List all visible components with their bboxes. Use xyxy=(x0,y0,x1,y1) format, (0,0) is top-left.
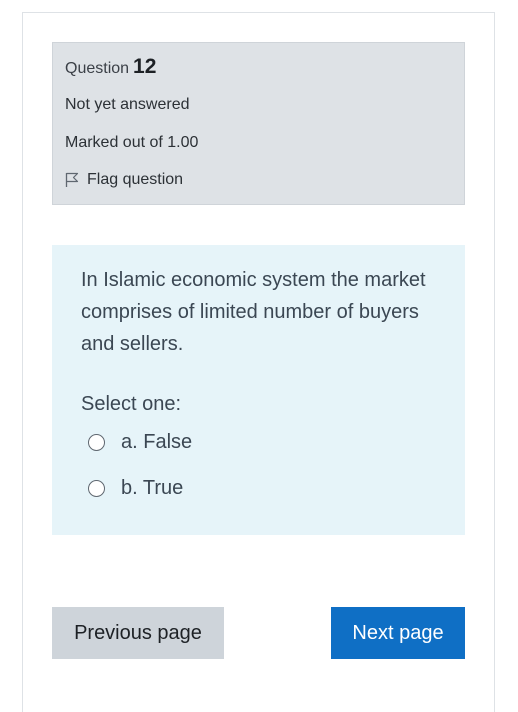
answer-option-false[interactable]: a. False xyxy=(88,431,192,454)
question-number: 12 xyxy=(133,55,157,78)
radio-unchecked-icon[interactable] xyxy=(88,434,105,451)
answer-option-true[interactable]: b. True xyxy=(88,477,183,500)
question-content-panel: In Islamic economic system the market co… xyxy=(52,245,465,535)
answer-prompt: Select one: xyxy=(81,393,182,415)
question-title: Question 12 xyxy=(65,55,156,79)
previous-page-button[interactable]: Previous page xyxy=(52,607,224,659)
radio-unchecked-icon[interactable] xyxy=(88,480,105,497)
question-state: Not yet answered xyxy=(65,96,190,113)
question-text: In Islamic economic system the market co… xyxy=(81,269,426,355)
flag-icon xyxy=(65,172,79,187)
flag-question-link[interactable]: Flag question xyxy=(65,171,183,189)
question-grade: Marked out of 1.00 xyxy=(65,134,199,151)
next-page-button[interactable]: Next page xyxy=(331,607,465,659)
answer-label: b. True xyxy=(121,477,184,499)
question-label: Question xyxy=(65,60,130,77)
question-info-panel: Question 12 Not yet answered Marked out o… xyxy=(52,42,465,205)
answer-label: a. False xyxy=(121,431,193,453)
flag-question-label: Flag question xyxy=(87,171,184,188)
